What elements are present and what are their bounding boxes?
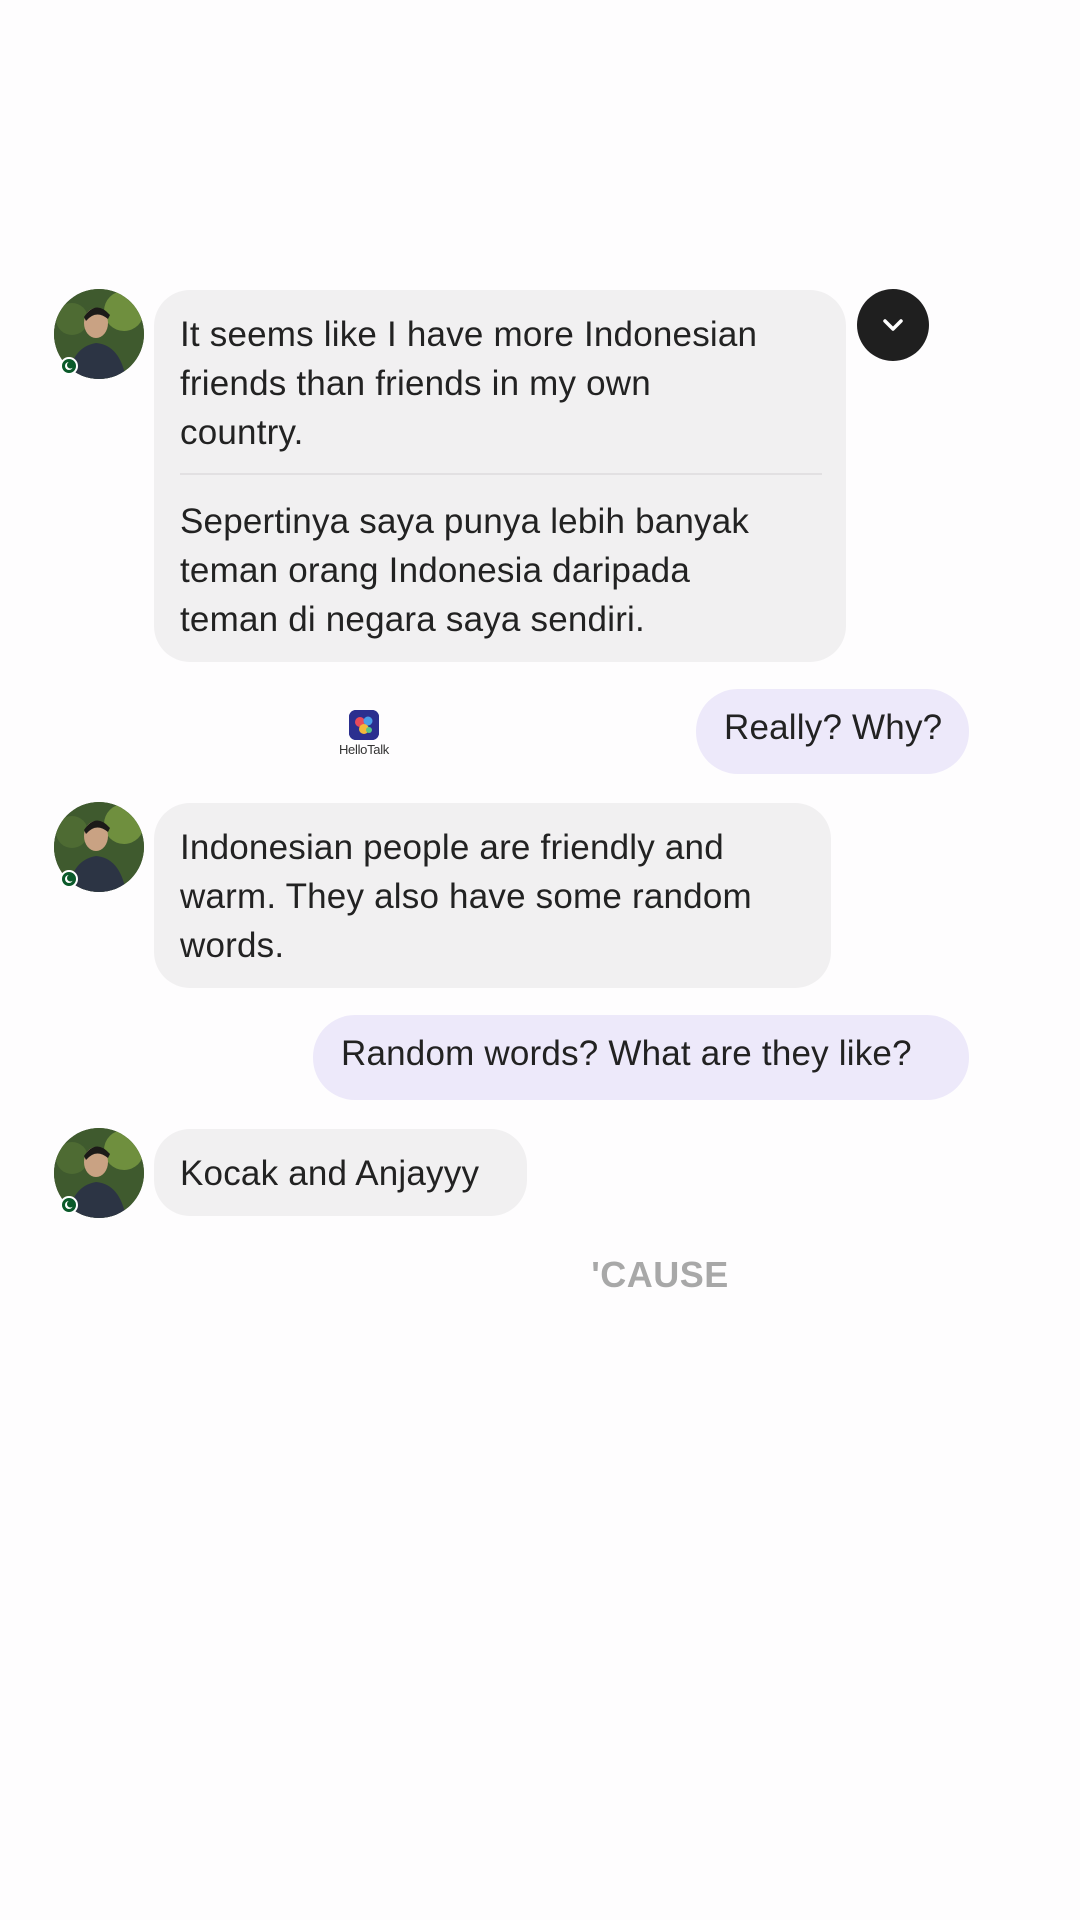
translation-divider	[180, 473, 822, 475]
message-text-line: words.	[180, 926, 285, 965]
translation-text-line: teman di negara saya sendiri.	[180, 600, 645, 639]
outgoing-message-bubble[interactable]: Really? Why?	[696, 689, 969, 774]
sender-avatar[interactable]	[54, 1128, 144, 1218]
sender-avatar[interactable]	[54, 289, 144, 379]
message-text-line: It seems like I have more Indonesian	[180, 315, 758, 354]
incoming-message-bubble[interactable]: Kocak and Anjayyy	[154, 1129, 527, 1216]
watermark-text: HelloTalk	[338, 742, 390, 757]
chevron-down-icon	[883, 319, 903, 331]
message-text: Really? Why?	[724, 708, 943, 747]
incoming-message-bubble[interactable]: Indonesian people are friendly and warm.…	[154, 803, 831, 988]
message-text-line: country.	[180, 413, 304, 452]
hellotalk-logo-icon	[349, 710, 379, 740]
message-text-line: Indonesian people are friendly and	[180, 828, 724, 867]
pakistan-flag-icon	[60, 357, 78, 375]
message-text: Random words? What are they like?	[341, 1034, 912, 1073]
message-text-line: Kocak and Anjayyy	[180, 1154, 480, 1193]
translation-text-line: Sepertinya saya punya lebih banyak	[180, 502, 750, 541]
translation-text-line: teman orang Indonesia daripada	[180, 551, 690, 590]
hellotalk-watermark: HelloTalk	[334, 710, 394, 757]
video-caption: 'CAUSE	[591, 1254, 729, 1295]
outgoing-message-bubble[interactable]: Random words? What are they like?	[313, 1015, 969, 1100]
message-text-line: warm. They also have some random	[180, 877, 752, 916]
message-text-line: friends than friends in my own	[180, 364, 651, 403]
sender-avatar[interactable]	[54, 802, 144, 892]
pakistan-flag-icon	[60, 870, 78, 888]
pakistan-flag-icon	[60, 1196, 78, 1214]
scroll-down-button[interactable]	[857, 289, 929, 361]
incoming-message-bubble[interactable]: It seems like I have more Indonesian fri…	[154, 290, 846, 662]
